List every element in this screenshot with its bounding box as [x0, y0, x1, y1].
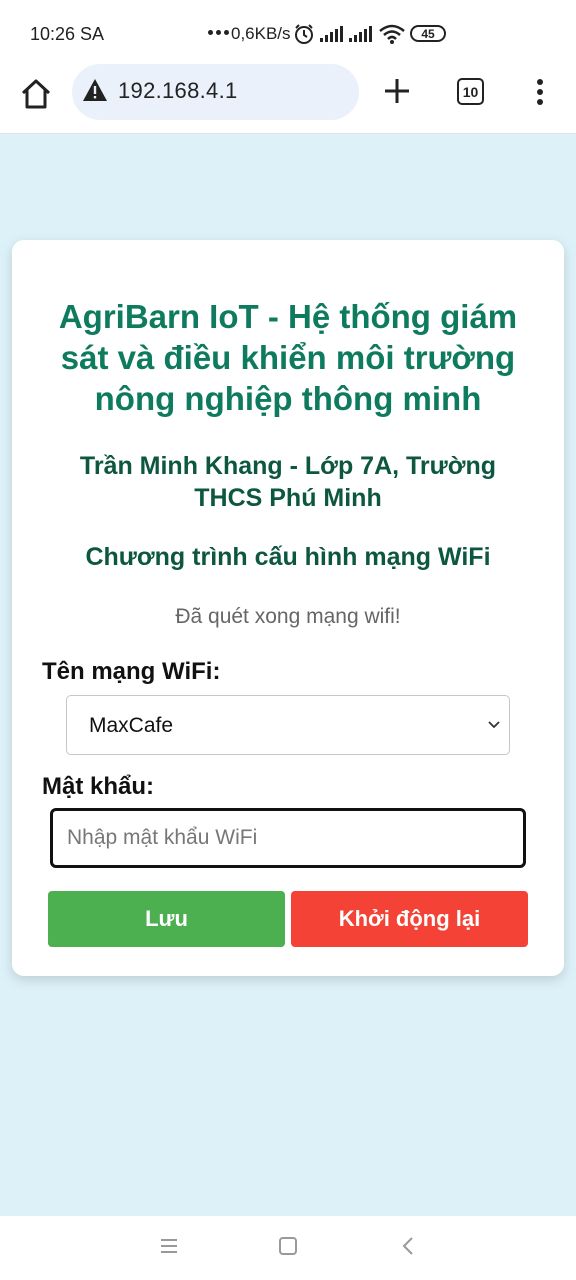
system-nav-bar	[0, 1216, 576, 1280]
warning-icon[interactable]	[82, 78, 108, 102]
plus-icon[interactable]	[382, 76, 412, 106]
password-input[interactable]	[50, 808, 526, 868]
author-text: Trần Minh Khang - Lớp 7A, Trường THCS Ph…	[79, 452, 497, 512]
ssid-selected-value[interactable]: MaxCafe	[89, 714, 173, 738]
recent-apps-icon[interactable]	[160, 1238, 178, 1254]
section-title: Chương trình cấu hình mạng WiFi	[85, 543, 491, 571]
address-bar[interactable]: 192.168.4.1	[72, 64, 359, 120]
reboot-button[interactable]: Khởi động lại	[291, 891, 528, 947]
save-button[interactable]: Lưu	[48, 891, 285, 947]
nav-home-icon[interactable]	[279, 1237, 297, 1255]
battery-icon: 45	[410, 25, 446, 42]
alarm-icon	[295, 24, 313, 44]
page-title: AgriBarn IoT - Hệ thống giám sát và điều…	[58, 298, 518, 417]
network-speed: 0,6KB/s	[231, 24, 291, 43]
more-dots-icon	[208, 30, 229, 35]
signal-icon	[349, 26, 372, 42]
config-card: AgriBarn IoT - Hệ thống giám sát và điều…	[12, 240, 564, 976]
signal-icon	[320, 26, 343, 42]
scan-status-message: Đã quét xong mạng wifi!	[175, 605, 401, 628]
browser-toolbar: 192.168.4.1 10	[0, 64, 576, 134]
wifi-icon	[379, 24, 405, 44]
chevron-down-icon[interactable]	[487, 720, 501, 730]
more-vert-icon[interactable]	[530, 78, 550, 106]
status-bar: 10:26 SA 0,6KB/s 45	[0, 0, 576, 64]
url-text[interactable]: 192.168.4.1	[118, 78, 238, 104]
tabs-icon[interactable]: 10	[457, 78, 484, 105]
page-content: AgriBarn IoT - Hệ thống giám sát và điều…	[0, 134, 576, 1216]
status-time: 10:26 SA	[30, 24, 105, 44]
ssid-select[interactable]: MaxCafe	[66, 695, 510, 755]
back-icon[interactable]	[401, 1236, 415, 1256]
password-label: Mật khẩu:	[42, 773, 155, 800]
ssid-label: Tên mạng WiFi:	[42, 658, 221, 685]
home-icon[interactable]	[18, 76, 54, 112]
